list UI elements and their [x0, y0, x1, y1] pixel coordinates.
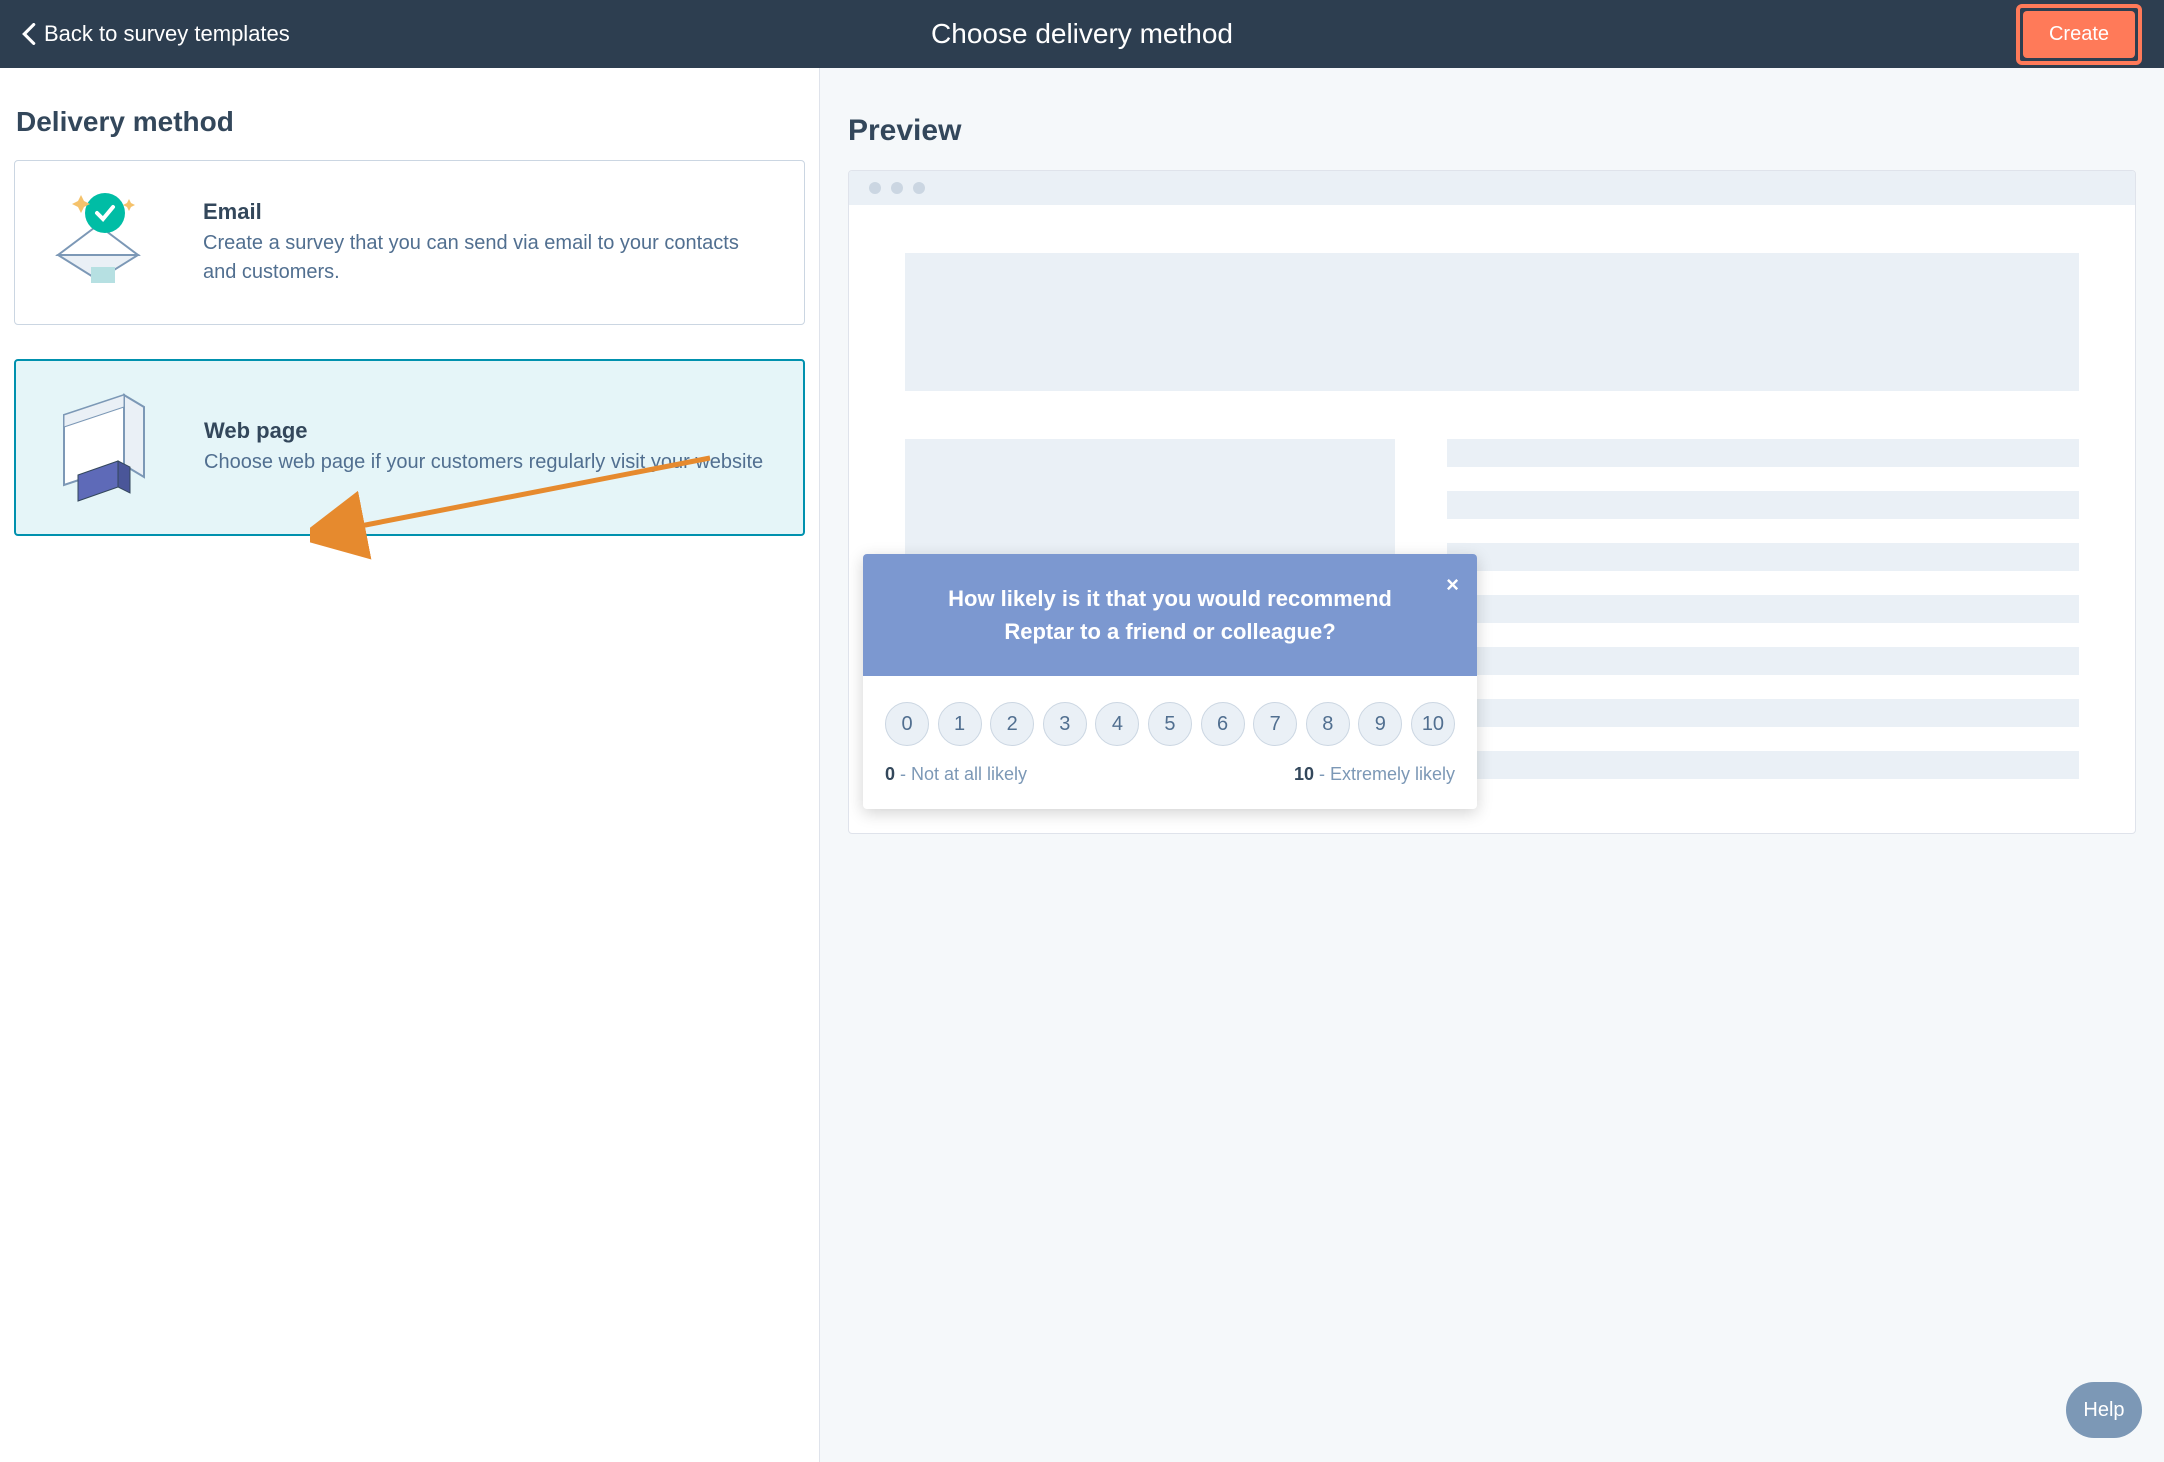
rating-5[interactable]: 5: [1148, 702, 1192, 746]
placeholder-line: [1447, 647, 2079, 675]
window-dot: [913, 182, 925, 194]
rating-4[interactable]: 4: [1095, 702, 1139, 746]
rating-labels: 0 - Not at all likely 10 - Extremely lik…: [885, 764, 1455, 785]
option-webpage-title: Web page: [204, 418, 763, 444]
option-webpage-desc: Choose web page if your customers regula…: [204, 448, 763, 477]
placeholder-line: [1447, 699, 2079, 727]
webpage-icon: [44, 385, 164, 510]
survey-popup: How likely is it that you would recommen…: [863, 554, 1477, 809]
right-pane: Preview: [820, 68, 2164, 1462]
survey-header: How likely is it that you would recommen…: [863, 554, 1477, 676]
rating-1[interactable]: 1: [938, 702, 982, 746]
option-webpage-text: Web page Choose web page if your custome…: [204, 418, 763, 477]
rating-8[interactable]: 8: [1306, 702, 1350, 746]
mock-canvas: How likely is it that you would recommen…: [849, 205, 2135, 833]
option-email-desc: Create a survey that you can send via em…: [203, 229, 776, 287]
help-button[interactable]: Help: [2066, 1382, 2142, 1438]
rating-2[interactable]: 2: [990, 702, 1034, 746]
help-label: Help: [2083, 1399, 2124, 1422]
placeholder-line: [1447, 543, 2079, 571]
browser-chrome: [849, 171, 2135, 205]
survey-body: 0 1 2 3 4 5 6 7 8 9 10: [863, 676, 1477, 809]
chevron-left-icon: [22, 23, 36, 45]
rating-low-label: 0 - Not at all likely: [885, 764, 1027, 785]
page-title: Choose delivery method: [931, 18, 1233, 50]
create-button-highlight: Create: [2016, 4, 2142, 65]
delivery-method-heading: Delivery method: [16, 106, 805, 138]
top-bar: Back to survey templates Choose delivery…: [0, 0, 2164, 68]
close-icon[interactable]: ×: [1446, 568, 1459, 601]
option-email-title: Email: [203, 199, 776, 225]
window-dot: [869, 182, 881, 194]
rating-row: 0 1 2 3 4 5 6 7 8 9 10: [885, 702, 1455, 746]
rating-9[interactable]: 9: [1358, 702, 1402, 746]
option-email[interactable]: Email Create a survey that you can send …: [14, 160, 805, 325]
option-webpage[interactable]: Web page Choose web page if your custome…: [14, 359, 805, 536]
rating-0[interactable]: 0: [885, 702, 929, 746]
body: Delivery method Email Create a survey th…: [0, 68, 2164, 1462]
placeholder-line: [1447, 751, 2079, 779]
survey-question: How likely is it that you would recommen…: [948, 586, 1392, 644]
preview-heading: Preview: [848, 114, 2136, 148]
rating-3[interactable]: 3: [1043, 702, 1087, 746]
window-dot: [891, 182, 903, 194]
email-icon: [43, 185, 163, 300]
rating-6[interactable]: 6: [1201, 702, 1245, 746]
option-email-text: Email Create a survey that you can send …: [203, 199, 776, 287]
placeholder-line: [1447, 439, 2079, 467]
placeholder-line: [1447, 491, 2079, 519]
placeholder-lines: [1447, 439, 2079, 779]
create-button[interactable]: Create: [2023, 11, 2135, 58]
rating-7[interactable]: 7: [1253, 702, 1297, 746]
rating-high-label: 10 - Extremely likely: [1294, 764, 1455, 785]
browser-mock: How likely is it that you would recommen…: [848, 170, 2136, 834]
left-pane: Delivery method Email Create a survey th…: [0, 68, 820, 1462]
back-link[interactable]: Back to survey templates: [22, 21, 290, 47]
placeholder-line: [1447, 595, 2079, 623]
rating-10[interactable]: 10: [1411, 702, 1455, 746]
placeholder-hero: [905, 253, 2079, 391]
back-link-label: Back to survey templates: [44, 21, 290, 47]
